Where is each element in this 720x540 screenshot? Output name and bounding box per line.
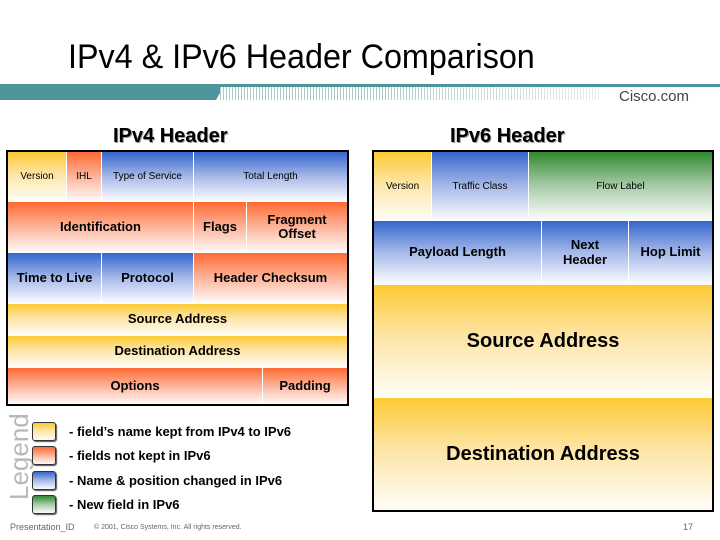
header-bar: [0, 84, 225, 100]
legend-label-not-kept: - fields not kept in IPv6: [69, 448, 211, 463]
ipv4-field-ihl: IHL: [67, 152, 102, 202]
ipv4-field-options: Options: [8, 368, 263, 404]
ipv4-field-total-length: Total Length: [194, 152, 347, 202]
legend-swatch-not-kept: [32, 446, 56, 465]
legend-swatch-new: [32, 495, 56, 514]
brand-logo-text: Cisco.com: [619, 88, 690, 105]
ipv4-field-version: Version: [8, 152, 67, 202]
ipv6-field-source-address: Source Address: [374, 285, 712, 398]
ipv4-field-ttl: Time to Live: [8, 253, 102, 304]
legend-label-kept: - field’s name kept from IPv4 to IPv6: [69, 424, 292, 439]
ipv4-field-source-address: Source Address: [8, 304, 347, 336]
ipv6-field-flow-label: Flow Label: [529, 152, 712, 221]
ipv6-header-table: Version Traffic Class Flow Label Payload…: [372, 150, 714, 512]
ipv6-header-title: IPv6 Header: [450, 125, 565, 147]
ipv4-field-fragment-offset: Fragment Offset: [247, 202, 347, 253]
slide-title: IPv4 & IPv6 Header Comparison: [68, 38, 535, 76]
legend-label-changed: - Name & position changed in IPv6: [69, 473, 283, 488]
ipv6-field-payload-length: Payload Length: [374, 221, 542, 285]
legend-swatch-kept: [32, 422, 56, 441]
ipv6-field-next-header: Next Header: [542, 221, 629, 285]
ipv4-field-destination-address: Destination Address: [8, 336, 347, 368]
page-number: 17: [683, 522, 694, 532]
header-stripes: [220, 87, 600, 100]
legend-swatch-changed: [32, 471, 56, 490]
ipv4-field-protocol: Protocol: [102, 253, 194, 304]
copyright: © 2001, Cisco Systems, Inc. All rights r…: [94, 524, 242, 531]
ipv4-field-flags: Flags: [194, 202, 247, 253]
ipv6-field-destination-address: Destination Address: [374, 398, 712, 510]
ipv4-header-table: Version IHL Type of Service Total Length…: [6, 150, 349, 406]
ipv6-field-hop-limit: Hop Limit: [629, 221, 712, 285]
legend-label-new: - New field in IPv6: [69, 497, 180, 512]
presentation-id: Presentation_ID: [10, 522, 75, 532]
ipv6-field-traffic-class: Traffic Class: [432, 152, 529, 221]
ipv4-field-identification: Identification: [8, 202, 194, 253]
ipv4-field-tos: Type of Service: [102, 152, 194, 202]
ipv6-field-version: Version: [374, 152, 432, 221]
ipv4-field-padding: Padding: [263, 368, 347, 404]
ipv4-field-checksum: Header Checksum: [194, 253, 347, 304]
ipv4-header-title: IPv4 Header: [113, 125, 228, 147]
legend-title: Legend: [4, 413, 34, 500]
